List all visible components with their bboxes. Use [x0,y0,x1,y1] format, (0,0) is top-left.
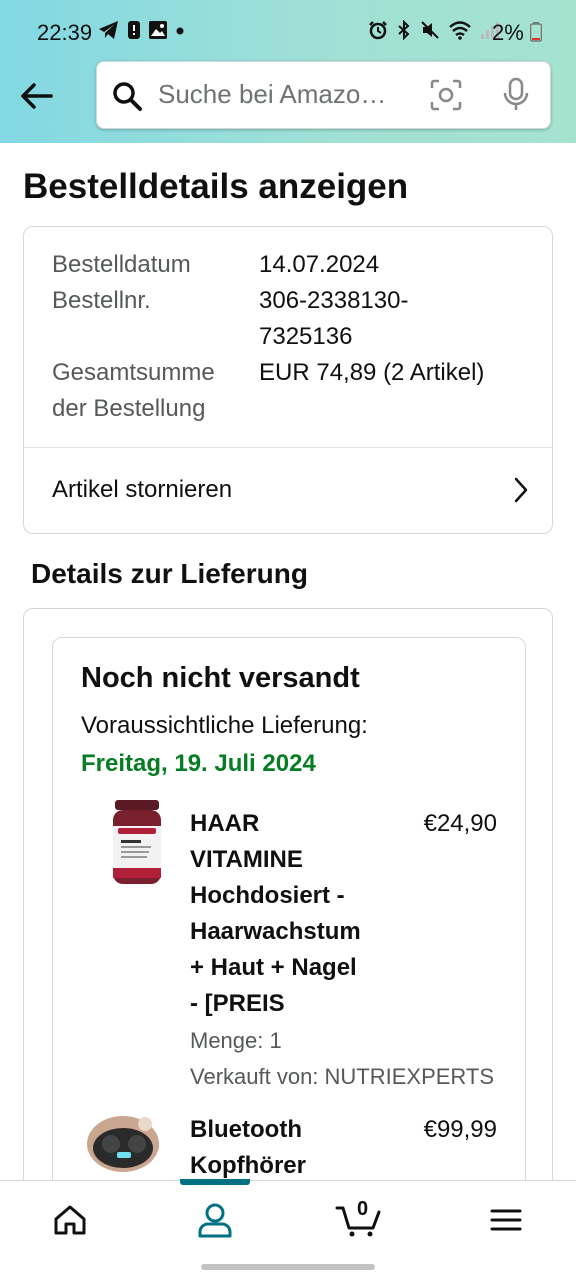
menu-icon [490,1209,522,1231]
order-date-value: 14.07.2024 [259,251,380,278]
alarm-icon [369,21,387,40]
order-number-value-line2: 7325136 [259,323,353,350]
bottom-navigation [0,1179,576,1258]
app-header: 22:39 2% Suche bei Amazo… [0,0,576,143]
order-total-label-line1: Gesamtsumme [52,359,215,386]
eta-label: Voraussichtliche Lieferung: [81,712,368,739]
shipment-status: Noch nicht versandt [81,662,360,694]
nav-account-button[interactable] [185,1195,245,1245]
status-bar: 22:39 2% [0,0,576,62]
search-input[interactable]: Suche bei Amazo… [158,79,386,110]
product-price: €24,90 [423,810,497,837]
cancel-items-label: Artikel stornieren [52,476,233,503]
nav-home-button[interactable] [40,1195,100,1245]
product-title[interactable]: HAAR VITAMINE Hochdosiert - Haarwachstum… [190,806,410,1022]
microphone-icon[interactable] [502,77,530,113]
product-title[interactable]: Bluetooth Kopfhörer [190,1112,410,1184]
alert-icon [128,21,140,39]
shipment-box: Noch nicht versandt Voraussichtliche Lie… [52,637,526,1247]
order-date-label: Bestelldatum [52,251,191,278]
gesture-bar [201,1264,375,1270]
search-icon [113,82,142,111]
cart-count-badge: 0 [357,1198,369,1220]
bluetooth-icon [398,20,410,40]
status-time: 22:39 [37,20,93,45]
page-title: Bestelldetails anzeigen [23,167,409,206]
product-image-bluetooth-headphones[interactable] [81,1104,163,1184]
delivery-card: Noch nicht versandt Voraussichtliche Lie… [23,608,553,1248]
wifi-icon [449,21,471,40]
account-icon [198,1203,232,1238]
back-button[interactable] [16,76,56,116]
dot-icon [176,27,184,35]
chevron-right-icon [514,477,528,503]
active-tab-indicator [180,1179,250,1185]
image-icon [149,21,167,39]
camera-scan-icon[interactable] [430,79,462,111]
telegram-icon [99,21,118,39]
mute-icon [421,21,439,39]
nav-menu-button[interactable] [476,1195,536,1245]
delivery-heading: Details zur Lieferung [31,558,308,589]
order-number-value-line1: 306-2338130- [259,287,409,314]
order-number-label: Bestellnr. [52,287,151,314]
eta-date: Freitag, 19. Juli 2024 [81,750,316,777]
order-total-value: EUR 74,89 (2 Artikel) [259,359,485,386]
search-bar[interactable]: Suche bei Amazo… [96,61,551,129]
cancel-items-row[interactable]: Artikel stornieren [24,448,552,533]
back-arrow-icon [21,83,53,109]
home-icon [54,1205,86,1235]
product-price: €99,99 [423,1116,497,1143]
battery-icon [530,22,542,42]
product-image-hair-vitamins[interactable] [101,798,173,890]
product-seller: Verkauft von: NUTRIEXPERTS [190,1064,495,1089]
order-total-label-line2: der Bestellung [52,395,206,422]
battery-percent: 2% [492,20,524,45]
order-summary-card: Bestelldatum 14.07.2024 Bestellnr. 306-2… [23,226,553,534]
product-quantity: Menge: 1 [190,1028,282,1053]
